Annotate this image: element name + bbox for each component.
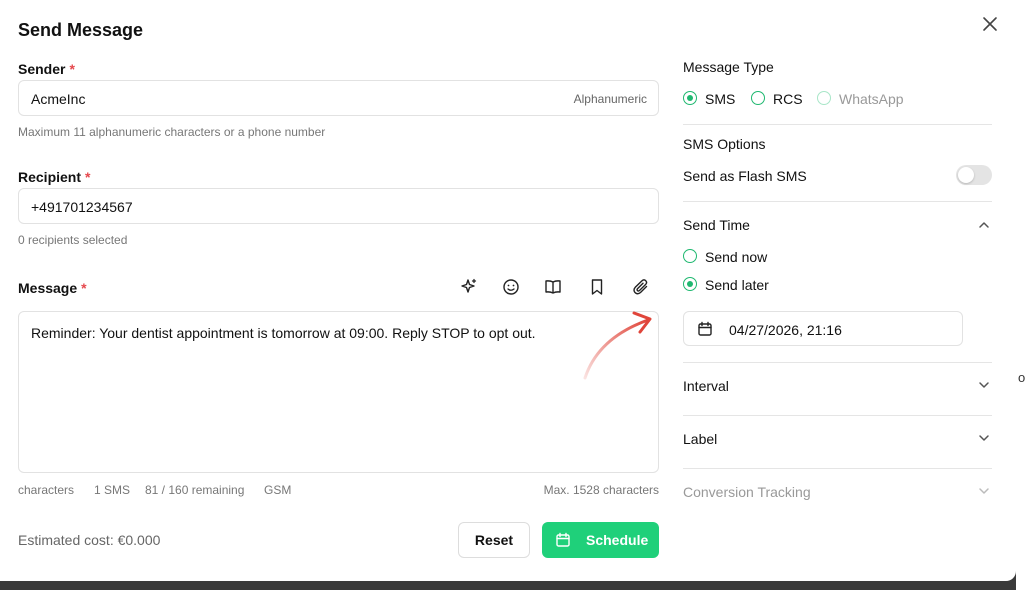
recipient-input[interactable]: +491701234567 bbox=[18, 188, 659, 224]
sender-help: Maximum 11 alphanumeric characters or a … bbox=[18, 125, 326, 139]
message-type-label: Message Type bbox=[683, 59, 774, 75]
radio-rcs[interactable] bbox=[751, 91, 765, 105]
message-textarea[interactable]: Reminder: Your dentist appointment is to… bbox=[18, 311, 659, 473]
radio-sms[interactable] bbox=[683, 91, 697, 105]
sender-label-text: Sender bbox=[18, 61, 66, 77]
chevron-down-icon bbox=[979, 488, 989, 494]
calendar-icon bbox=[556, 532, 570, 547]
chevron-down-icon[interactable] bbox=[977, 431, 991, 445]
bookmark-icon[interactable] bbox=[588, 278, 606, 296]
message-text: Reminder: Your dentist appointment is to… bbox=[31, 325, 536, 341]
reset-button[interactable]: Reset bbox=[458, 522, 530, 558]
required-mark: * bbox=[85, 169, 91, 185]
stat-remaining: 81 / 160 remaining bbox=[145, 483, 245, 497]
stat-characters: characters bbox=[18, 483, 75, 497]
option-label: RCS bbox=[773, 91, 803, 107]
datetime-value: 04/27/2026, 21:16 bbox=[729, 322, 842, 338]
chevron-down-icon[interactable] bbox=[977, 378, 991, 392]
recipient-label: Recipient * bbox=[18, 169, 90, 185]
required-mark: * bbox=[81, 280, 87, 296]
divider bbox=[683, 124, 992, 125]
message-label: Message * bbox=[18, 280, 87, 296]
recipient-label-text: Recipient bbox=[18, 169, 82, 185]
sender-input[interactable]: AcmeInc Alphanumeric bbox=[18, 80, 659, 116]
radio-whatsapp bbox=[817, 91, 831, 105]
label-section-label: Label bbox=[683, 431, 718, 447]
sms-options-label: SMS Options bbox=[683, 136, 766, 152]
divider bbox=[683, 468, 992, 469]
stat-encoding: GSM bbox=[264, 483, 292, 497]
message-label-text: Message bbox=[18, 280, 78, 296]
flash-sms-toggle[interactable] bbox=[956, 165, 992, 185]
stat-sms-count: 1 SMS bbox=[94, 483, 131, 497]
send-message-dialog: Send Message Sender * AcmeInc Alphanumeri… bbox=[0, 0, 1016, 581]
schedule-button-label: Schedule bbox=[586, 532, 649, 548]
dialog-title: Send Message bbox=[18, 20, 144, 40]
chevron-up-icon[interactable] bbox=[977, 218, 991, 232]
divider bbox=[683, 201, 992, 202]
option-label: WhatsApp bbox=[839, 91, 904, 107]
option-label: SMS bbox=[705, 91, 736, 107]
sparkles-icon[interactable] bbox=[460, 278, 478, 296]
radio-send-now[interactable] bbox=[683, 249, 697, 263]
recipient-help: 0 recipients selected bbox=[18, 233, 128, 247]
interval-label: Interval bbox=[683, 378, 729, 394]
option-label: Send later bbox=[705, 277, 769, 293]
annotation-arrow-icon bbox=[583, 311, 652, 380]
calendar-icon bbox=[698, 321, 712, 336]
sender-label: Sender * bbox=[18, 61, 75, 77]
conversion-tracking-label: Conversion Tracking bbox=[683, 484, 811, 500]
sender-value: AcmeInc bbox=[31, 91, 86, 107]
recipient-value: +491701234567 bbox=[31, 199, 133, 215]
background-window-edge: o bbox=[1016, 0, 1030, 590]
send-time-label: Send Time bbox=[683, 217, 750, 233]
estimated-cost: Estimated cost: €0.000 bbox=[18, 532, 161, 548]
book-icon[interactable] bbox=[544, 278, 562, 296]
required-mark: * bbox=[69, 61, 75, 77]
paperclip-icon[interactable] bbox=[632, 278, 650, 296]
divider bbox=[683, 415, 992, 416]
stat-max-characters: Max. 1528 characters bbox=[543, 483, 659, 497]
emoji-icon[interactable] bbox=[502, 278, 520, 296]
close-icon[interactable] bbox=[979, 13, 1001, 35]
divider bbox=[683, 362, 992, 363]
radio-send-later[interactable] bbox=[683, 277, 697, 291]
sender-type-hint: Alphanumeric bbox=[573, 92, 647, 106]
schedule-button[interactable]: Schedule bbox=[542, 522, 659, 558]
datetime-picker[interactable]: 04/27/2026, 21:16 bbox=[683, 311, 963, 346]
flash-sms-label: Send as Flash SMS bbox=[683, 168, 807, 184]
option-label: Send now bbox=[705, 249, 768, 265]
background-text-fragment: o bbox=[1018, 370, 1026, 385]
